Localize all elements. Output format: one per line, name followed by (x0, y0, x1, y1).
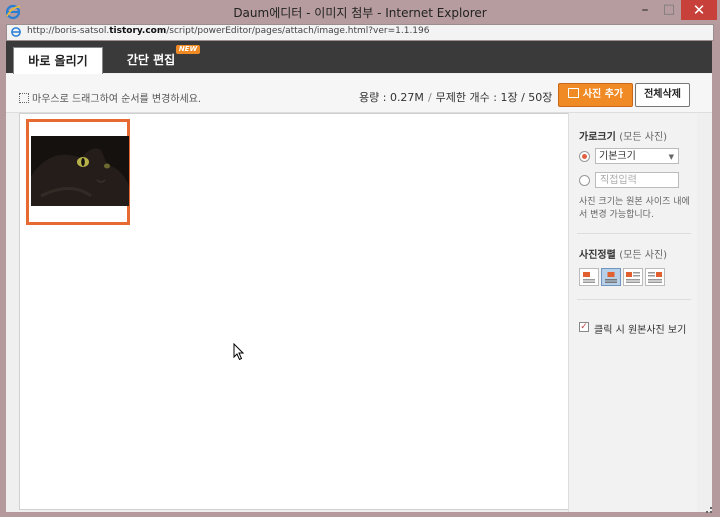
new-badge: NEW (176, 45, 200, 54)
internet-explorer-icon (11, 27, 21, 37)
add-photo-label: 사진 추가 (582, 89, 624, 100)
delete-all-button[interactable]: 전체삭제 (635, 83, 690, 107)
align-float-right-icon (648, 272, 662, 283)
dialog-content: 바로 올리기 간단 편집 NEW 마우스로 드래그하여 순서를 변경하세요. 용… (6, 41, 712, 512)
align-left-icon (583, 272, 595, 283)
options-sidebar: 가로크기 (모든 사진) 기본크기 ▼ 직접입력 사진 크기는 원본 사이즈 내에… (568, 113, 697, 512)
size-select[interactable]: 기본크기 ▼ (595, 148, 679, 164)
align-text-left-button[interactable] (623, 268, 643, 286)
custom-width-input[interactable]: 직접입력 (595, 172, 679, 188)
upload-stats: 용량 : 0.27M / 무제한 개수 : 1장 / 50장 (359, 91, 553, 104)
size-note: 사진 크기는 원본 사이즈 내에서 변경 가능합니다. (579, 197, 690, 220)
align-options (579, 268, 679, 288)
cat-photo (31, 136, 129, 206)
image-thumbnail[interactable] (26, 119, 130, 225)
toolbar: 마우스로 드래그하여 순서를 변경하세요. 용량 : 0.27M / 무제한 개수 … (6, 74, 712, 113)
click-original-checkbox[interactable]: ✓ (579, 322, 589, 332)
window-titlebar: Daum에디터 - 이미지 첨부 - Internet Explorer – □… (0, 0, 720, 24)
chevron-down-icon: ▼ (668, 153, 674, 161)
drag-hint-text: 마우스로 드래그하여 순서를 변경하세요. (32, 94, 202, 105)
url-path: /script/powerEditor/pages/attach/image.h… (166, 26, 430, 36)
width-title: 가로크기 (모든 사진) (579, 132, 668, 143)
tab-direct-upload[interactable]: 바로 올리기 (13, 47, 103, 75)
align-title: 사진정렬 (모든 사진) (579, 250, 668, 261)
url-prefix: http://boris-satsol. (27, 26, 110, 36)
usage-label: 용량 : 0.27M (359, 91, 424, 104)
image-canvas[interactable] (19, 113, 569, 510)
photo-icon (567, 88, 579, 98)
close-button[interactable]: ✕ (681, 0, 717, 20)
url-domain: tistory.com (109, 26, 167, 36)
minimize-button[interactable]: – (632, 0, 658, 20)
window-title: Daum에디터 - 이미지 첨부 - Internet Explorer (233, 6, 487, 20)
address-url: http://boris-satsol.tistory.com/script/p… (27, 26, 429, 36)
count-label: 무제한 개수 : 1장 / 50장 (435, 91, 553, 104)
align-title-sub: (모든 사진) (619, 250, 668, 261)
drag-icon (19, 93, 29, 103)
size-select-value: 기본크기 (599, 151, 636, 162)
divider (577, 299, 691, 300)
align-center-icon (605, 272, 617, 283)
align-center-button[interactable] (601, 268, 621, 286)
resize-grip-icon[interactable] (700, 505, 714, 515)
align-text-right-button[interactable] (645, 268, 665, 286)
align-left-button[interactable] (579, 268, 599, 286)
click-original-label: 클릭 시 원본사진 보기 (594, 325, 687, 336)
drag-hint: 마우스로 드래그하여 순서를 변경하세요. (19, 90, 201, 105)
tab-bar: 바로 올리기 간단 편집 NEW (6, 41, 712, 75)
maximize-button[interactable]: □ (658, 0, 680, 20)
size-custom-radio[interactable] (579, 175, 590, 186)
size-default-radio[interactable] (579, 151, 590, 162)
divider (577, 233, 691, 234)
width-title-sub: (모든 사진) (619, 132, 668, 143)
add-photo-button[interactable]: 사진 추가 (558, 83, 633, 107)
align-float-left-icon (626, 272, 640, 283)
mouse-cursor-icon (233, 343, 245, 361)
address-bar[interactable]: http://boris-satsol.tistory.com/script/p… (6, 24, 714, 41)
